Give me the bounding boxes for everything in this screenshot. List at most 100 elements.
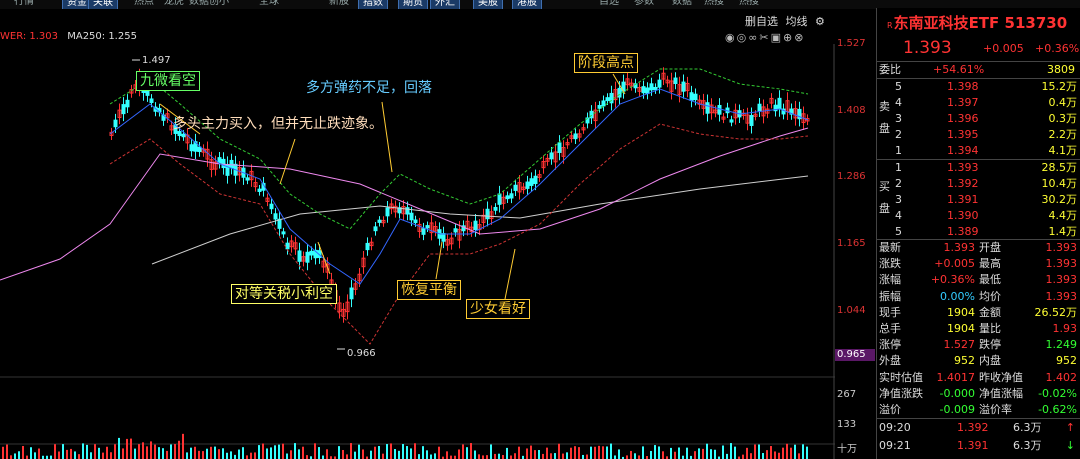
stat-value: 0.00% [940,289,975,303]
volume-bar [50,455,52,459]
stat-row: 现手 1904 金额 26.52万 [877,305,1080,321]
top-tab[interactable]: 指数 [358,0,388,9]
scissors-icon[interactable]: ✂ [759,31,770,44]
candle-body [573,133,578,140]
volume-bar [426,450,428,459]
stat-row: 涨幅 +0.36% 最低 1.393 [877,272,1080,288]
stat-value: 952 [954,354,975,368]
volume-bar [342,449,344,459]
top-tab[interactable]: 外汇 [430,0,460,9]
volume-bar [98,447,100,459]
volume-bar [126,438,128,459]
top-tab[interactable]: 龙虎 [160,0,188,8]
candle-body [641,86,646,94]
volume-bar [582,454,584,459]
volume-bar [650,450,652,459]
candle-body [189,144,194,152]
volume-bar [166,450,168,459]
candle-body [649,83,654,91]
top-tab[interactable]: 创小 [205,0,233,8]
volume-bar [230,451,232,459]
stat-value: 1.393 [1045,241,1078,254]
stat-value: 1.249 [1045,338,1078,352]
volume-bar [534,450,536,459]
legend-prefix: WER: 1.303 [0,31,59,42]
bid-level-row[interactable]: 5 1.389 1.4万 [877,224,1080,240]
candle-body [525,181,530,189]
ask-level-row[interactable]: 1 1.394 4.1万 [877,143,1080,159]
volume-bar [382,453,384,459]
close-icon[interactable]: ⊗ [794,31,805,44]
candle-body [257,188,262,192]
volume-bar [794,444,796,459]
top-tab[interactable]: 期货 [398,0,428,9]
stat-label: 均价 [979,289,1001,303]
top-tab[interactable]: 美股 [473,0,503,9]
volume-bar [530,445,532,459]
box-icon[interactable]: ▣ [771,31,783,44]
bid-level-row[interactable]: 2 1.392 10.4万 [877,176,1080,192]
top-tab[interactable]: 新股 [325,0,353,8]
ask-level-row[interactable]: 5 1.398 15.2万 [877,79,1080,95]
volume-bar [118,437,120,459]
tick-row: 09:21 1.391 6.3万 ↓ [877,438,1080,454]
volume-bars [2,433,808,459]
volume-bar [282,443,284,459]
candle-body [705,102,710,114]
candle-body [513,184,518,191]
tick-price: 1.392 [957,421,989,434]
tick-time: 09:21 [879,439,911,452]
volume-bar [34,452,36,459]
top-tab[interactable]: 参数 [630,0,658,8]
volume-bar [566,452,568,459]
ask-level-row[interactable]: 4 1.397 0.4万 [877,95,1080,111]
top-tab[interactable]: 热点 [130,0,158,8]
bid-level-row[interactable]: 1 1.393 28.5万 [877,160,1080,176]
stat-label: 最低 [979,273,1001,287]
volume-bar [242,447,244,459]
ask-level-row[interactable]: 2 1.395 2.2万 [877,127,1080,143]
volume-bar [538,450,540,459]
volume-bar [154,444,156,459]
ma-button[interactable]: 均线 [786,15,808,28]
volume-bar [270,447,272,459]
ask-level-row[interactable]: 3 1.396 0.3万 [877,111,1080,127]
top-tab[interactable]: 港股 [512,0,542,9]
candle-body [125,99,130,108]
eye-icon[interactable]: ◎ [737,31,749,44]
top-tab[interactable]: 全球 [255,0,283,8]
bid-level-row[interactable]: 4 1.390 4.4万 [877,208,1080,224]
remove-watchlist-button[interactable]: 删自选 [745,15,778,28]
volume-bar [58,451,60,459]
y-tick: 1.408 [837,105,866,116]
volume-bar [142,442,144,459]
volume-bar [30,447,32,459]
kline-chart[interactable]: 1.497 0.966 [0,44,835,459]
volume-bar [790,447,792,459]
top-tab[interactable]: 热搜 [700,0,728,8]
top-tab[interactable]: 行情 [10,0,38,8]
level-num: 3 [895,112,902,125]
volume-bar [106,446,108,459]
top-tab[interactable]: 关联 [88,0,118,9]
stat-label: 金额 [979,305,1001,319]
top-tab[interactable]: 热搜 [735,0,763,8]
volume-bar [778,452,780,459]
stat-label: 总手 [879,322,901,335]
volume-bar [526,448,528,459]
volume-bar [398,450,400,459]
low-label: 0.966 [347,348,376,359]
arrow-icon[interactable]: ⊕ [783,31,794,44]
top-tab[interactable]: 数据 [668,0,696,8]
volume-bar [62,444,64,459]
top-tab[interactable]: 自选 [595,0,623,8]
fund-title: 东南亚科技ETF 513730 [893,14,1068,32]
stat-value: 1.4017 [936,370,976,384]
bid-level-row[interactable]: 3 1.391 30.2万 [877,192,1080,208]
infinity-icon[interactable]: ∞ [748,31,759,44]
eye-icon[interactable]: ◉ [725,31,737,44]
candle-body [309,250,314,256]
volume-bar [514,453,516,459]
settings-icon[interactable]: ⚙ [815,15,825,28]
volume-bar [158,447,160,459]
